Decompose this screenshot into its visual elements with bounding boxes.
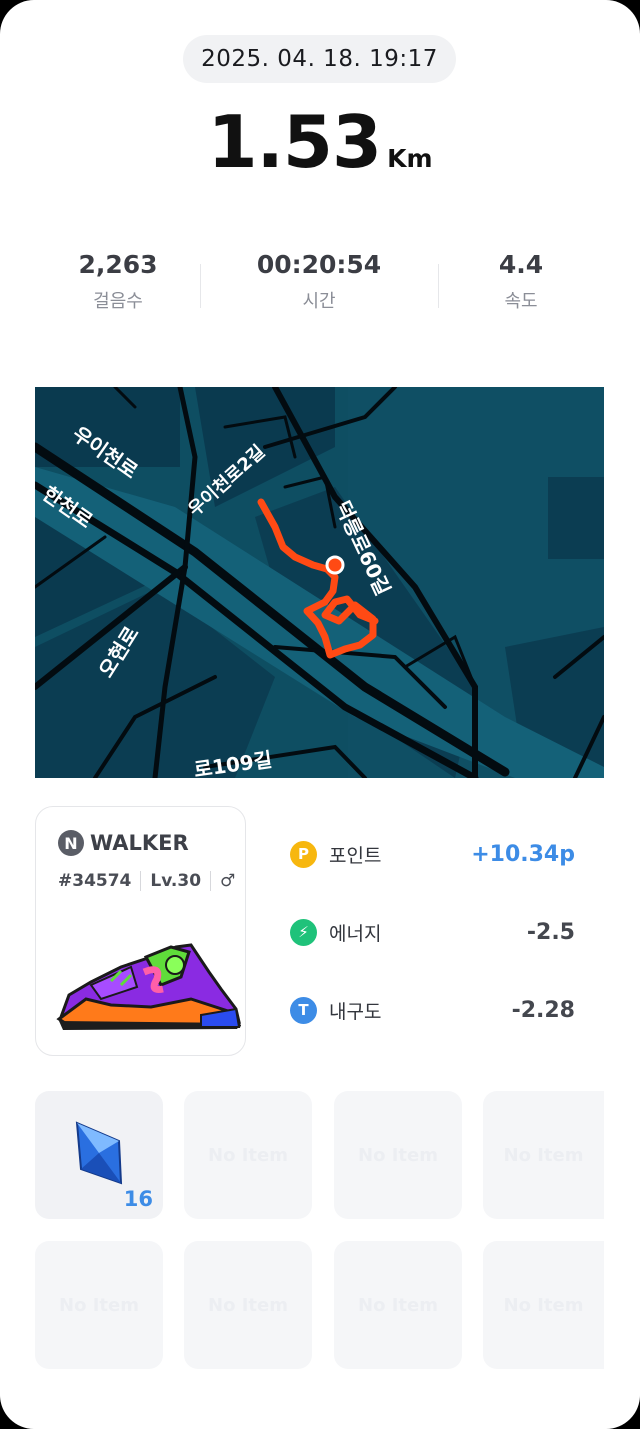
empty-slot-label: No Item	[358, 1144, 438, 1166]
reward-durability: T 내구도 -2.28	[290, 992, 580, 1028]
reward-label: 에너지	[329, 922, 382, 945]
reward-value: +10.34p	[471, 841, 575, 867]
stats-divider	[200, 264, 201, 308]
point-icon: P	[290, 840, 317, 868]
empty-slot-label: No Item	[59, 1294, 139, 1316]
item-quantity: 16	[123, 1187, 153, 1211]
walker-id: #34574	[58, 871, 132, 891]
gender-icon: ♂	[220, 871, 236, 891]
datetime-pill: 2025. 04. 18. 19:17	[183, 35, 456, 83]
walker-brand-text: WALKER	[90, 831, 189, 855]
stat-speed-label: 속도	[504, 291, 538, 312]
gem-icon	[75, 1121, 123, 1185]
item-slot[interactable]: No Item	[35, 1241, 163, 1369]
walker-brand: N WALKER	[58, 830, 189, 856]
map-canvas: 우이천로 우이천로2길 한천로 덕릉로60길 오현로 로109길	[35, 387, 604, 778]
stat-time-value: 00:20:54	[256, 250, 382, 279]
stat-steps: 2,263 걸음수	[18, 250, 218, 313]
stats-row: 2,263 걸음수 00:20:54 시간 4.4 속도	[0, 250, 640, 330]
energy-icon: ⚡	[290, 918, 317, 946]
reward-value: -2.28	[511, 997, 575, 1023]
empty-slot-label: No Item	[208, 1294, 288, 1316]
walker-logo-icon: N	[58, 830, 84, 856]
reward-points: P 포인트 +10.34p	[290, 836, 580, 872]
stat-speed: 4.4 속도	[421, 250, 621, 313]
empty-slot-label: No Item	[503, 1294, 584, 1316]
meta-separator	[140, 871, 142, 891]
reward-label: 포인트	[329, 844, 382, 867]
shoe-image	[56, 943, 241, 1030]
distance-display: 1.53 Km	[0, 100, 640, 184]
item-slot[interactable]: No Item	[334, 1091, 462, 1219]
item-slot[interactable]: No Item	[184, 1241, 312, 1369]
walker-card[interactable]: N WALKER #34574 Lv.30 ♂	[35, 806, 246, 1056]
stat-time: 00:20:54 시간	[219, 250, 419, 313]
item-slot[interactable]: No Item	[334, 1241, 462, 1369]
route-map[interactable]: 우이천로 우이천로2길 한천로 덕릉로60길 오현로 로109길	[35, 387, 604, 778]
item-slot[interactable]: 16	[35, 1091, 163, 1219]
distance-unit: Km	[387, 144, 433, 173]
reward-energy: ⚡ 에너지 -2.5	[290, 914, 580, 950]
walker-level: Lv.30	[150, 871, 202, 891]
stat-steps-label: 걸음수	[93, 291, 143, 312]
meta-separator	[210, 871, 212, 891]
reward-value: -2.5	[526, 919, 575, 945]
stat-speed-value: 4.4	[498, 250, 544, 279]
datetime-text: 2025. 04. 18. 19:17	[201, 46, 438, 72]
durability-icon: T	[290, 996, 317, 1024]
empty-slot-label: No Item	[358, 1294, 438, 1316]
item-slot[interactable]: No Item	[483, 1091, 604, 1219]
walker-meta: #34574 Lv.30 ♂	[58, 871, 235, 891]
stat-steps-value: 2,263	[78, 250, 158, 279]
reward-label: 내구도	[329, 1000, 382, 1023]
item-slot[interactable]: No Item	[483, 1241, 604, 1369]
walk-result-card: 2025. 04. 18. 19:17 1.53 Km 2,263 걸음수 00:…	[0, 0, 640, 1429]
empty-slot-label: No Item	[208, 1144, 288, 1166]
distance-value: 1.53	[207, 100, 382, 184]
stat-time-label: 시간	[302, 291, 336, 312]
item-slot[interactable]: No Item	[184, 1091, 312, 1219]
empty-slot-label: No Item	[503, 1144, 584, 1166]
